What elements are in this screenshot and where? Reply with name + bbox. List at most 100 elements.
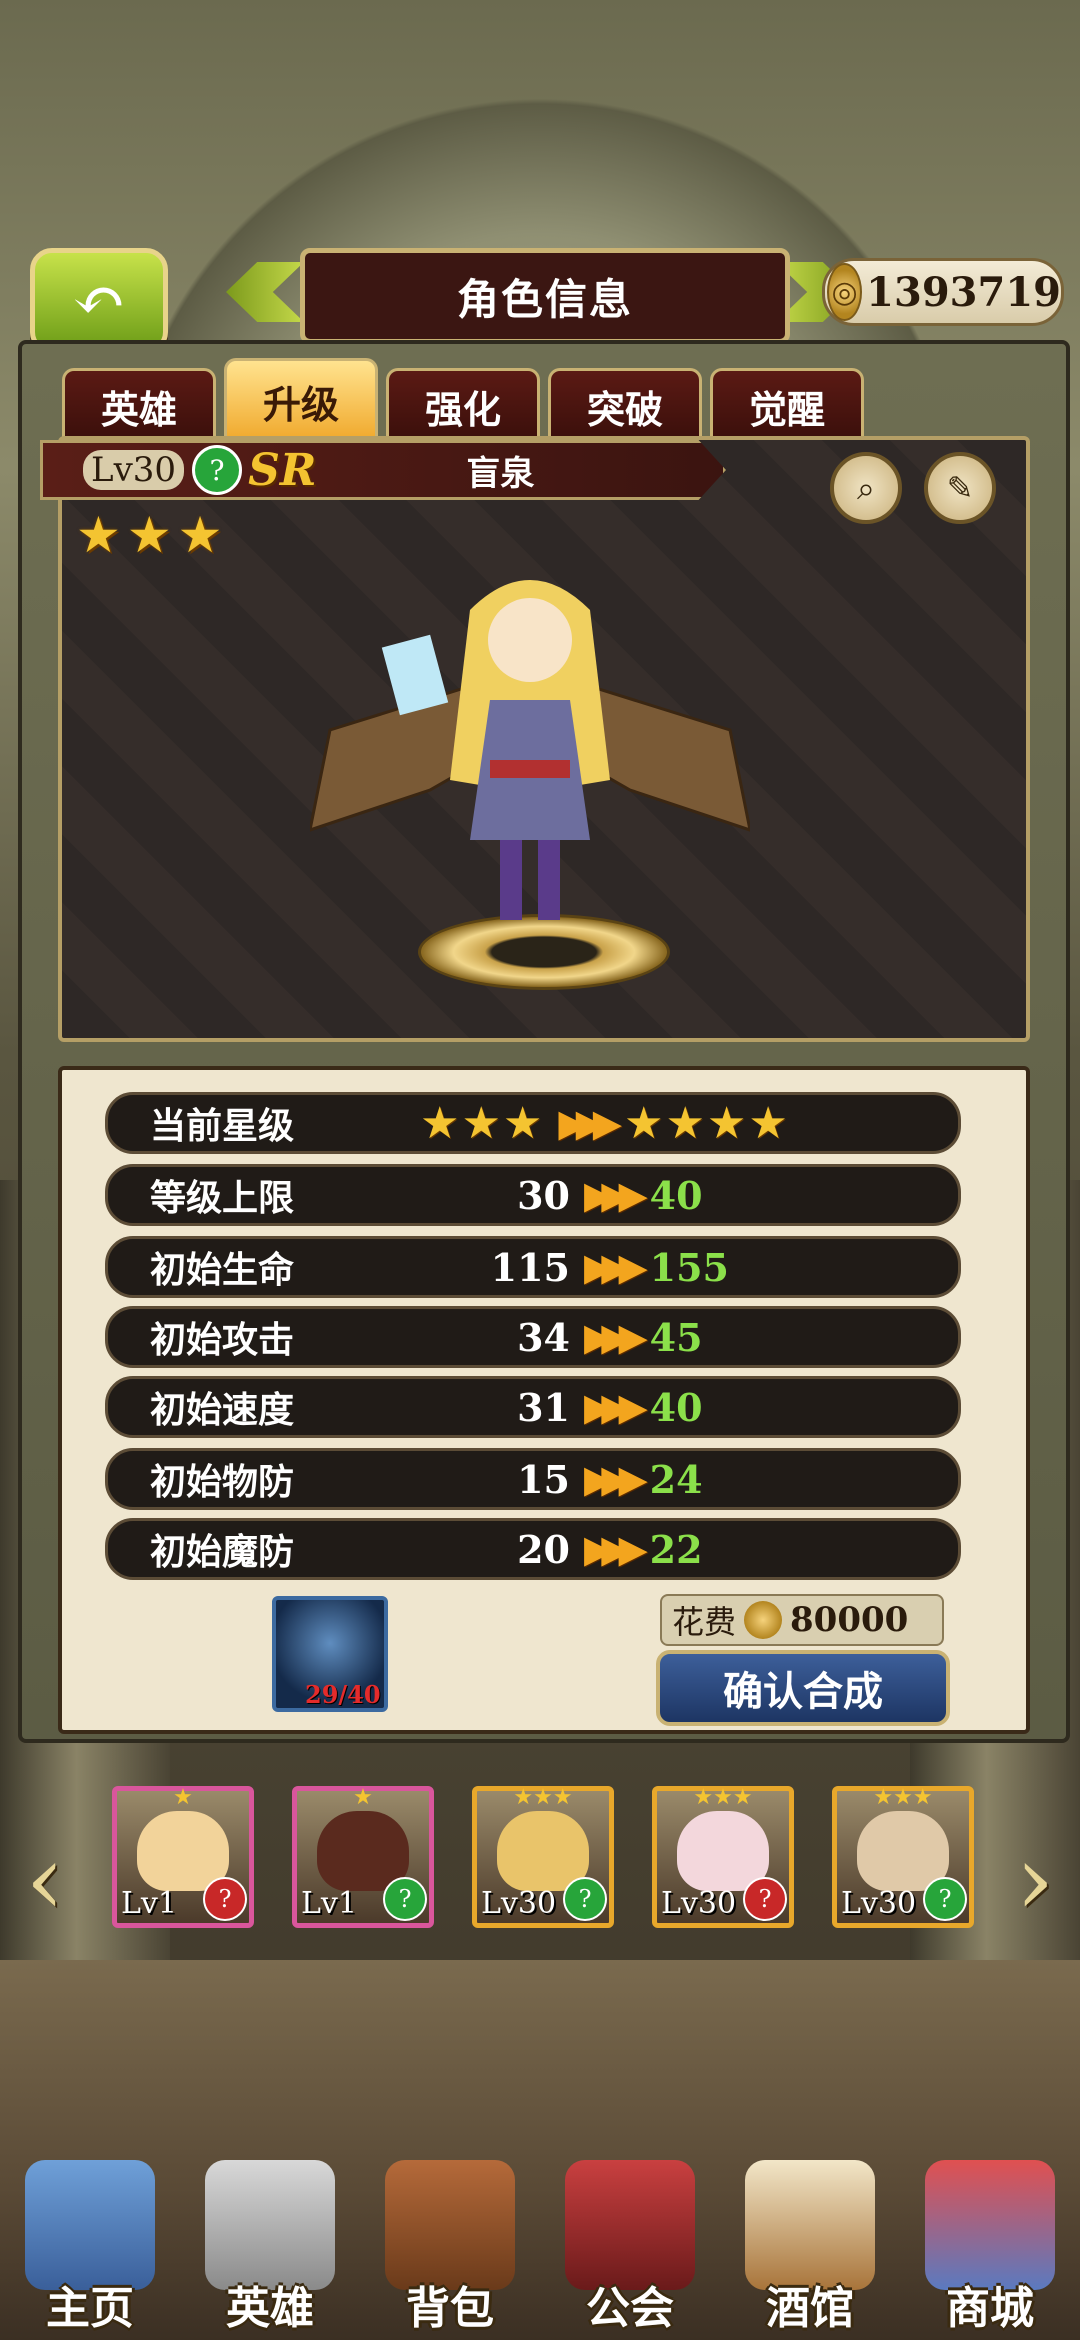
stat-row-speed: 初始速度 31 ▶▶▶ 40 bbox=[105, 1376, 961, 1438]
arrow-icon: ▶▶▶ bbox=[584, 1527, 648, 1571]
hero-stars: ★ ★ ★ bbox=[76, 506, 222, 564]
card-attribute-icon: ? bbox=[743, 1877, 787, 1921]
tab-bar: 英雄 升级 强化 突破 觉醒 bbox=[62, 358, 864, 441]
nature-attribute-icon: ? bbox=[192, 445, 243, 495]
stat-row-level-cap: 等级上限 30 ▶▶▶ 40 bbox=[105, 1164, 961, 1226]
beer-mug-icon bbox=[745, 2160, 875, 2290]
stat-current: 115 bbox=[490, 1244, 570, 1290]
nav-home[interactable]: 主页 bbox=[5, 2160, 175, 2340]
roster-hero-card[interactable]: ★ Lv1? bbox=[112, 1785, 254, 1928]
arrow-icon: ▶▶▶ bbox=[584, 1173, 648, 1217]
stat-next: 155 bbox=[649, 1244, 729, 1290]
stat-next: 24 bbox=[649, 1456, 703, 1502]
magnifier-button[interactable]: ⌕ bbox=[830, 452, 902, 524]
nav-shop[interactable]: 商城 bbox=[905, 2160, 1075, 2340]
cost-label: 花费 bbox=[672, 1603, 737, 1641]
star-icon: ★ bbox=[177, 506, 223, 564]
star-icon: ★ bbox=[76, 506, 121, 564]
bottom-nav: 主页 英雄 背包 公会 酒馆 商城 bbox=[0, 2160, 1080, 2340]
nav-label: 英雄 bbox=[226, 2283, 314, 2334]
tab-awaken[interactable]: 觉醒 bbox=[710, 368, 864, 441]
carousel-prev-button[interactable]: ‹ bbox=[10, 1820, 80, 1940]
card-star-icons: ★ bbox=[173, 1785, 193, 1810]
tab-breakthrough[interactable]: 突破 bbox=[548, 368, 702, 441]
carousel-next-button[interactable]: › bbox=[1000, 1820, 1070, 1940]
rarity-badge: SR bbox=[248, 444, 317, 496]
card-level: Lv1 bbox=[121, 1886, 177, 1921]
card-level: Lv1 bbox=[301, 1886, 357, 1921]
stat-current: 15 bbox=[517, 1456, 570, 1502]
shop-icon bbox=[925, 2160, 1055, 2290]
nav-label: 公会 bbox=[586, 2283, 674, 2334]
nav-label: 商城 bbox=[946, 2283, 1034, 2334]
stat-label: 初始速度 bbox=[150, 1390, 295, 1431]
tab-hero[interactable]: 英雄 bbox=[62, 368, 216, 441]
arrow-icon: ▶▶▶ bbox=[584, 1245, 648, 1289]
stat-next: 22 bbox=[649, 1526, 703, 1572]
arrow-icon: ▶▶▶ bbox=[584, 1385, 648, 1429]
stat-row-magic-defense: 初始魔防 20 ▶▶▶ 22 bbox=[105, 1518, 961, 1580]
back-button[interactable]: ↶ bbox=[30, 248, 168, 354]
hero-level: Lv30 bbox=[83, 450, 185, 490]
arrow-icon: ▶▶▶ bbox=[584, 1315, 648, 1359]
helmet-icon bbox=[205, 2160, 335, 2290]
card-star-icons: ★★★ bbox=[873, 1785, 933, 1810]
nav-tavern[interactable]: 酒馆 bbox=[725, 2160, 895, 2340]
hero-sprite bbox=[310, 580, 750, 920]
roster-hero-card[interactable]: ★★★ Lv30? bbox=[472, 1785, 614, 1928]
stat-current: 20 bbox=[517, 1526, 570, 1572]
roster-hero-card[interactable]: ★★★ Lv30? bbox=[652, 1785, 794, 1928]
tab-upgrade[interactable]: 升级 bbox=[224, 358, 378, 441]
roster-hero-card[interactable]: ★ Lv1? bbox=[292, 1785, 434, 1928]
current-star-icons: ★★★ bbox=[420, 1097, 545, 1149]
back-arrow-icon: ↶ bbox=[72, 264, 126, 338]
nav-label: 背包 bbox=[406, 2283, 494, 2334]
stat-label: 初始魔防 bbox=[150, 1532, 295, 1573]
material-count: 29/40 bbox=[305, 1680, 381, 1709]
cost-box: 花费 80000 bbox=[660, 1594, 944, 1646]
card-attribute-icon: ? bbox=[383, 1877, 427, 1921]
shield-icon bbox=[565, 2160, 695, 2290]
coin-value: 1393719 bbox=[866, 268, 1061, 316]
confirm-synthesis-button[interactable]: 确认合成 bbox=[656, 1650, 950, 1726]
stat-row-star-grade: 当前星级 ★★★ ▶▶▶ ★★★★ bbox=[105, 1092, 961, 1154]
castle-icon bbox=[25, 2160, 155, 2290]
stat-label: 初始物防 bbox=[150, 1462, 295, 1503]
arrow-icon: ▶▶▶ bbox=[584, 1457, 648, 1501]
hero-name-bar: Lv30 ? SR 盲泉 bbox=[40, 440, 726, 500]
stat-row-hp: 初始生命 115 ▶▶▶ 155 bbox=[105, 1236, 961, 1298]
notes-button[interactable]: ✎ bbox=[924, 452, 996, 524]
backpack-icon bbox=[385, 2160, 515, 2290]
stat-current: 30 bbox=[517, 1172, 570, 1218]
arrow-icon: ▶▶▶ bbox=[558, 1101, 622, 1145]
notes-icon: ✎ bbox=[946, 469, 974, 507]
card-level: Lv30 bbox=[841, 1886, 917, 1921]
card-star-icons: ★ bbox=[353, 1785, 373, 1810]
coin-icon bbox=[744, 1601, 783, 1639]
stat-label: 初始攻击 bbox=[150, 1320, 295, 1361]
card-attribute-icon: ? bbox=[563, 1877, 607, 1921]
next-star-icons: ★★★★ bbox=[624, 1097, 790, 1149]
nav-guild[interactable]: 公会 bbox=[545, 2160, 715, 2340]
stat-next: 40 bbox=[649, 1384, 703, 1430]
hero-name: 盲泉 bbox=[466, 453, 535, 494]
magnifier-icon: ⌕ bbox=[857, 468, 875, 507]
stat-next: 45 bbox=[649, 1314, 703, 1360]
coin-icon: ◎ bbox=[827, 263, 863, 321]
stat-row-attack: 初始攻击 34 ▶▶▶ 45 bbox=[105, 1306, 961, 1368]
cost-value: 80000 bbox=[790, 1600, 909, 1640]
nav-heroes[interactable]: 英雄 bbox=[185, 2160, 355, 2340]
nav-label: 酒馆 bbox=[766, 2283, 854, 2334]
coin-balance: ◎ 1393719 bbox=[822, 258, 1064, 326]
stat-current: 31 bbox=[517, 1384, 570, 1430]
stat-current: 34 bbox=[517, 1314, 570, 1360]
star-icon: ★ bbox=[126, 506, 172, 564]
tab-enhance[interactable]: 强化 bbox=[386, 368, 540, 441]
title-plate: 角色信息 bbox=[300, 248, 790, 344]
card-star-icons: ★★★ bbox=[513, 1785, 573, 1810]
roster-hero-card[interactable]: ★★★ Lv30? bbox=[832, 1785, 974, 1928]
chevron-left-icon: ‹ bbox=[25, 1824, 65, 1936]
stat-row-physical-defense: 初始物防 15 ▶▶▶ 24 bbox=[105, 1448, 961, 1510]
card-level: Lv30 bbox=[481, 1886, 557, 1921]
nav-backpack[interactable]: 背包 bbox=[365, 2160, 535, 2340]
